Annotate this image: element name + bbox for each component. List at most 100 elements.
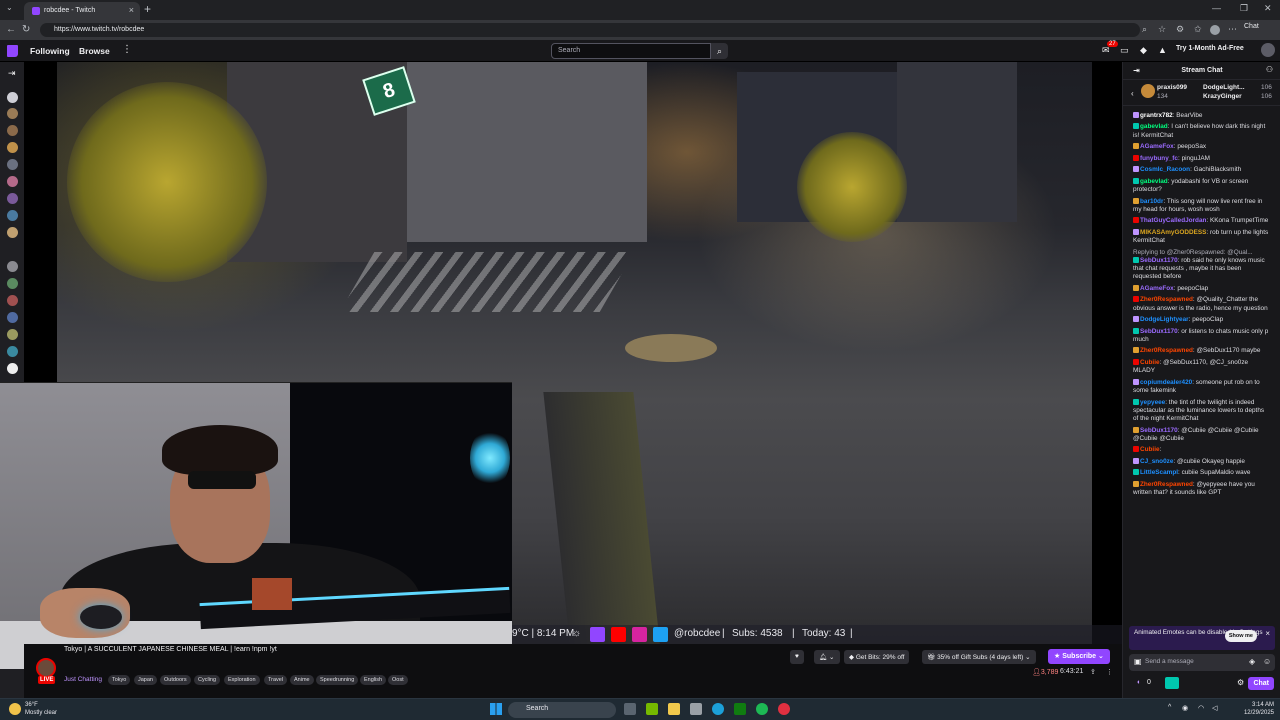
more-actions-icon[interactable]: ⋮ bbox=[1106, 668, 1113, 676]
chat-username[interactable]: DodgeLightyear bbox=[1140, 316, 1189, 323]
chat-badge-icon[interactable] bbox=[1133, 296, 1139, 303]
chat-badge-icon[interactable] bbox=[1133, 446, 1139, 453]
chat-username[interactable]: grantrx782 bbox=[1140, 112, 1173, 119]
favorites-icon[interactable]: ✩ bbox=[1194, 24, 1202, 35]
chat-username[interactable]: SebDux1170 bbox=[1140, 427, 1178, 434]
tag[interactable]: Cycling bbox=[194, 675, 221, 685]
chat-username[interactable]: copiumdealer420 bbox=[1140, 379, 1192, 386]
xbox-icon[interactable] bbox=[734, 703, 746, 715]
new-tab-icon[interactable]: + bbox=[144, 2, 151, 16]
volume-icon[interactable]: ◁ bbox=[1212, 704, 1217, 712]
chat-username[interactable]: AGameFox bbox=[1140, 143, 1174, 150]
maximize-icon[interactable]: ❐ bbox=[1240, 3, 1248, 14]
channel-avatar[interactable] bbox=[7, 159, 18, 170]
chat-username[interactable]: Zher0Respawned bbox=[1140, 296, 1193, 303]
task-view-icon[interactable] bbox=[624, 703, 636, 715]
chat-badge-icon[interactable] bbox=[1133, 426, 1139, 433]
gift-subs-button[interactable]: 🎁︎ 35% off Gift Subs (4 days left) ⌄ bbox=[922, 650, 1036, 664]
channel-avatar[interactable] bbox=[7, 176, 18, 187]
chat-badge-icon[interactable] bbox=[1133, 284, 1139, 291]
show-me-button[interactable]: Show me bbox=[1224, 630, 1257, 642]
ad-free-button[interactable]: Try 1-Month Ad-Free bbox=[1176, 45, 1244, 52]
store-icon[interactable] bbox=[690, 703, 702, 715]
chat-badge-icon[interactable] bbox=[1133, 327, 1139, 334]
chat-username[interactable]: funybuny_fc bbox=[1140, 155, 1178, 162]
expand-sidebar-icon[interactable]: ⇥ bbox=[8, 68, 16, 79]
reply-context[interactable]: Replying to @Zher0Respawned: @Qual... bbox=[1133, 249, 1271, 257]
chat-username[interactable]: LittleScampl bbox=[1140, 469, 1178, 476]
get-bits-button[interactable]: ◆ Get Bits: 29% off bbox=[844, 650, 910, 664]
channel-avatar[interactable] bbox=[7, 329, 18, 340]
chat-send-button[interactable]: Chat bbox=[1248, 677, 1274, 690]
chat-badge-icon[interactable] bbox=[1133, 154, 1139, 161]
tag[interactable]: Outdoors bbox=[160, 675, 191, 685]
channel-avatar[interactable] bbox=[7, 210, 18, 221]
chat-badge-icon[interactable]: ▣ bbox=[1134, 657, 1142, 666]
search-input[interactable]: Search bbox=[551, 43, 711, 59]
chat-username[interactable]: Zher0Respawned bbox=[1140, 347, 1193, 354]
chevron-left-icon[interactable]: ‹ bbox=[1131, 89, 1134, 98]
emote-picker-icon[interactable]: ☺ bbox=[1263, 657, 1271, 666]
drops-icon[interactable]: ▲ bbox=[1158, 45, 1167, 55]
chat-badge-icon[interactable] bbox=[1133, 347, 1139, 354]
tag[interactable]: Japan bbox=[134, 675, 157, 685]
weather-widget[interactable]: 36°F Mostly clear bbox=[9, 701, 57, 717]
channel-avatar[interactable] bbox=[7, 125, 18, 136]
channel-avatar[interactable] bbox=[7, 142, 18, 153]
notifications-bell-button[interactable]: 🔔︎ ⌄ bbox=[814, 650, 840, 664]
search-button[interactable]: ⌕ bbox=[711, 43, 728, 59]
channel-avatar[interactable] bbox=[7, 278, 18, 289]
chat-username[interactable]: CJ_sno0ze bbox=[1140, 458, 1173, 465]
channel-avatar[interactable] bbox=[7, 261, 18, 272]
chat-badge-icon[interactable] bbox=[1133, 217, 1139, 224]
spotify-icon[interactable] bbox=[756, 703, 768, 715]
category-link[interactable]: Just Chatting bbox=[64, 676, 102, 683]
tag[interactable]: Oost bbox=[388, 675, 408, 685]
channel-avatar[interactable] bbox=[7, 92, 18, 103]
chat-badge-icon[interactable] bbox=[1133, 197, 1139, 204]
refresh-icon[interactable]: ↻ bbox=[22, 24, 30, 35]
profile-avatar-icon[interactable] bbox=[1210, 25, 1220, 35]
chat-username[interactable]: gabevlad bbox=[1140, 178, 1168, 185]
claim-bonus-icon[interactable] bbox=[1165, 677, 1179, 689]
chat-username[interactable]: SebDux1170 bbox=[1140, 328, 1178, 335]
chat-badge-icon[interactable] bbox=[1133, 378, 1139, 385]
channel-points-icon[interactable]: ◐ bbox=[1137, 679, 1141, 686]
chat-username[interactable]: AGameFox bbox=[1140, 285, 1174, 292]
favorite-star-icon[interactable]: ☆ bbox=[1158, 24, 1166, 35]
following-link[interactable]: Following bbox=[30, 46, 70, 56]
chat-badge-icon[interactable] bbox=[1133, 398, 1139, 405]
close-icon[interactable]: × bbox=[1265, 630, 1270, 638]
whispers-icon[interactable]: ▭ bbox=[1120, 45, 1129, 56]
chat-username[interactable]: gabevlad bbox=[1140, 123, 1168, 130]
tag[interactable]: Exploration bbox=[224, 675, 260, 685]
channel-avatar[interactable] bbox=[7, 363, 18, 374]
channel-avatar[interactable] bbox=[7, 108, 18, 119]
browse-link[interactable]: Browse bbox=[79, 46, 110, 56]
share-icon[interactable]: ⇪ bbox=[1090, 668, 1096, 676]
chat-username[interactable]: bar10dr bbox=[1140, 198, 1163, 205]
twitch-logo-icon[interactable] bbox=[7, 45, 18, 57]
windows-start-icon[interactable] bbox=[490, 703, 502, 715]
taskbar-clock[interactable]: 3:14 AM 12/29/2025 bbox=[1240, 701, 1274, 717]
chat-badge-icon[interactable] bbox=[1133, 469, 1139, 476]
chat-username[interactable]: Cubiie bbox=[1140, 359, 1160, 366]
chat-badge-icon[interactable] bbox=[1133, 316, 1139, 323]
file-explorer-icon[interactable] bbox=[668, 703, 680, 715]
chat-username[interactable]: Cubiie bbox=[1140, 446, 1160, 453]
chat-badge-icon[interactable] bbox=[1133, 480, 1139, 487]
close-window-icon[interactable]: ✕ bbox=[1264, 3, 1272, 14]
extensions-icon[interactable]: ⚙ bbox=[1176, 24, 1184, 35]
chat-username[interactable]: ThatGuyCalledJordan bbox=[1140, 217, 1206, 224]
bits-icon[interactable]: ◆ bbox=[1140, 45, 1147, 56]
close-tab-icon[interactable]: × bbox=[129, 5, 134, 15]
chat-badge-icon[interactable] bbox=[1133, 166, 1139, 173]
opera-icon[interactable] bbox=[778, 703, 790, 715]
taskbar-search[interactable]: Search bbox=[508, 702, 616, 718]
chat-badge-icon[interactable] bbox=[1133, 177, 1139, 184]
chat-username[interactable]: SebDux1170 bbox=[1140, 257, 1178, 264]
channel-avatar[interactable] bbox=[7, 227, 18, 238]
chat-badge-icon[interactable] bbox=[1133, 123, 1139, 130]
more-options-icon[interactable]: ⋮ bbox=[122, 44, 132, 55]
user-avatar[interactable] bbox=[1261, 43, 1275, 57]
